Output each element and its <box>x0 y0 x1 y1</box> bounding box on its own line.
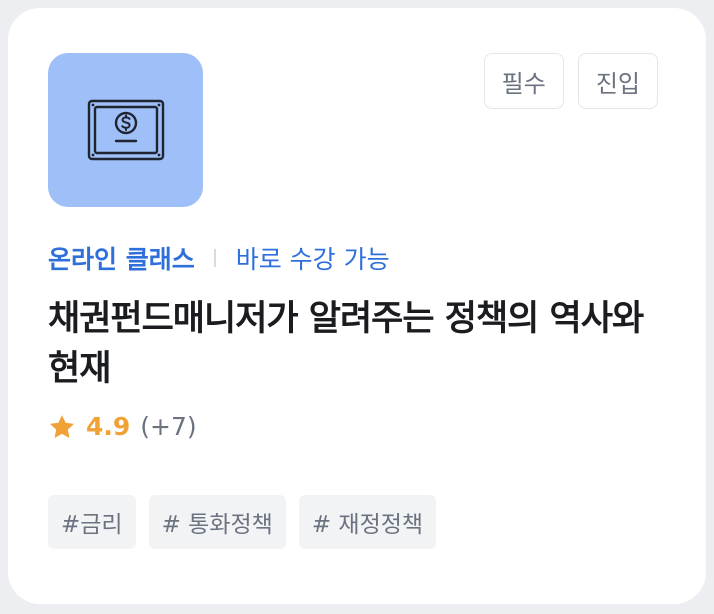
course-rating: 4.9 (+7) <box>48 412 197 441</box>
money-bill-icon <box>87 99 164 161</box>
rating-count: (+7) <box>140 412 197 441</box>
course-title[interactable]: 채권펀드매니저가 알려주는 정책의 역사와 현재 <box>48 294 668 394</box>
tag-item[interactable]: # 통화정책 <box>148 495 286 549</box>
badge-required: 필수 <box>483 53 564 109</box>
badge-group: 필수 진입 <box>483 53 658 109</box>
course-meta: 온라인 클래스 바로 수강 가능 <box>48 240 390 276</box>
course-card[interactable]: 필수 진입 온라인 클래스 바로 수강 가능 채권펀드매니저가 알려주는 정책의… <box>8 8 706 604</box>
star-icon <box>49 414 75 438</box>
tag-item[interactable]: #금리 <box>48 495 136 549</box>
tag-list: #금리 # 통화정책 # 재정정책 <box>48 495 437 549</box>
tag-item[interactable]: # 재정정책 <box>298 495 437 549</box>
class-type-label: 온라인 클래스 <box>48 245 195 274</box>
rating-score: 4.9 <box>86 412 131 441</box>
course-thumbnail <box>48 53 203 207</box>
availability-label: 바로 수강 가능 <box>235 245 390 274</box>
badge-entry: 진입 <box>577 53 658 109</box>
meta-divider <box>213 249 216 267</box>
